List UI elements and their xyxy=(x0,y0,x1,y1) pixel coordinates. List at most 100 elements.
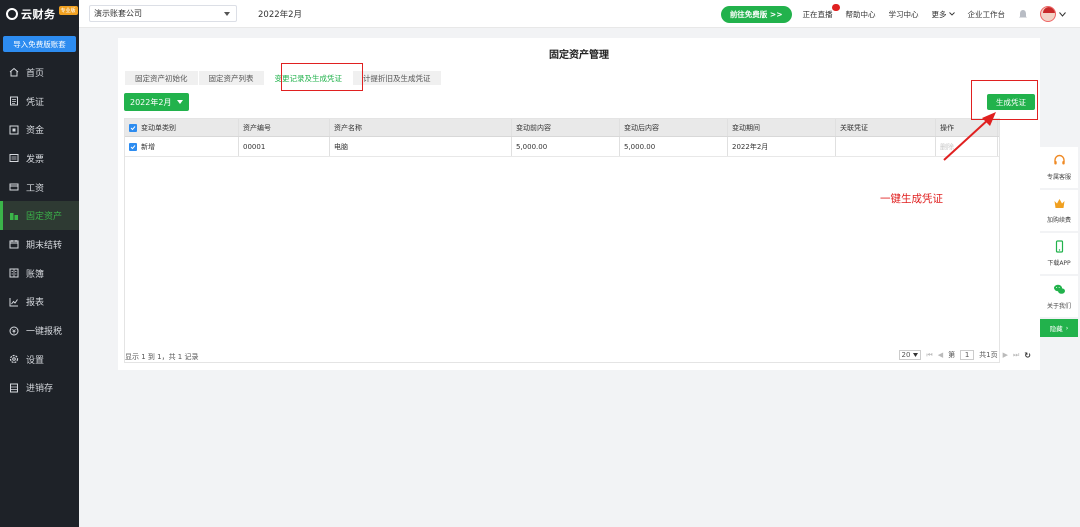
cell-voucher xyxy=(836,137,936,156)
edition-badge: 专业版 xyxy=(58,5,78,15)
live-link-label: 正在直播 xyxy=(802,9,833,19)
import-account-button[interactable]: 导入免费版账套 xyxy=(3,36,76,52)
tab-depreciation[interactable]: 计提折旧及生成凭证 xyxy=(353,71,442,85)
row-checkbox[interactable] xyxy=(129,142,137,151)
study-center-link[interactable]: 学习中心 xyxy=(889,9,919,20)
page-size-select[interactable]: 20 xyxy=(898,350,922,360)
cell-before: 5,000.00 xyxy=(512,137,620,156)
caret-down-icon xyxy=(224,11,230,16)
inventory-icon xyxy=(9,383,19,393)
pagination: 20 ⏮ ◀ 第 1 共1页 ▶ ⏭ ↻ xyxy=(898,350,1031,360)
sidebar-item-inventory[interactable]: 进销存 xyxy=(0,374,79,403)
sidebar-item-label: 一键报税 xyxy=(26,327,63,338)
page-size-value: 20 xyxy=(901,351,911,359)
sidebar-item-fixed-assets[interactable]: 固定资产 xyxy=(0,201,79,231)
sidebar-item-voucher[interactable]: 凭证 xyxy=(0,87,79,116)
change-record-table: 变动单类别 资产编号 资产名称 变动前内容 变动后内容 变动期间 关联凭证 操作… xyxy=(124,118,1000,363)
sidebar-item-salary[interactable]: 工资 xyxy=(0,173,79,202)
sidebar-item-label: 报表 xyxy=(26,298,45,309)
table-header: 变动单类别 资产编号 资产名称 变动前内容 变动后内容 变动期间 关联凭证 操作 xyxy=(125,119,999,137)
sidebar-item-label: 资金 xyxy=(26,126,45,137)
about-us-button[interactable]: 关于我们 xyxy=(1040,276,1078,317)
cell-period: 2022年2月 xyxy=(728,137,836,156)
crown-icon xyxy=(1054,199,1064,208)
brand-name: 云财务 xyxy=(21,8,56,21)
sidebar-item-ledger[interactable]: 账簿 xyxy=(0,259,79,288)
annotation-arrow-icon xyxy=(943,112,996,161)
sidebar-item-label: 设置 xyxy=(26,355,45,366)
column-asset-name: 资产名称 xyxy=(330,119,512,136)
sidebar-item-label: 首页 xyxy=(26,68,45,79)
float-item-label: 加购续费 xyxy=(1046,217,1071,224)
chevron-down-icon xyxy=(913,353,919,357)
sidebar-item-label: 发票 xyxy=(26,154,45,165)
brand-logo[interactable]: 云财务 专业版 xyxy=(0,0,79,28)
wechat-icon xyxy=(1053,284,1065,294)
column-before: 变动前内容 xyxy=(512,119,620,136)
cell-asset-name: 电脑 xyxy=(330,137,512,156)
avatar[interactable] xyxy=(1040,6,1056,22)
tab-asset-list[interactable]: 固定资产列表 xyxy=(198,71,265,85)
page-label: 第 xyxy=(948,351,956,359)
live-link[interactable]: 正在直播 xyxy=(802,3,840,20)
column-label: 变动单类别 xyxy=(141,123,176,132)
page-number-input[interactable]: 1 xyxy=(960,350,975,360)
sidebar-item-tax[interactable]: 一键报税 xyxy=(0,316,79,345)
column-voucher: 关联凭证 xyxy=(836,119,936,136)
sidebar-item-home[interactable]: 首页 xyxy=(0,58,79,87)
first-page-icon[interactable]: ⏮ xyxy=(926,351,932,360)
cell-change-type: 新增 xyxy=(125,137,239,156)
page-title: 固定资产管理 xyxy=(549,50,609,61)
cell-asset-no: 00001 xyxy=(239,137,330,156)
sidebar-item-label: 进销存 xyxy=(26,384,54,395)
prev-page-icon[interactable]: ◀ xyxy=(938,351,943,359)
period-end-icon xyxy=(9,239,19,249)
company-name: 演示账套公司 xyxy=(94,9,142,18)
refresh-icon[interactable]: ↻ xyxy=(1024,351,1031,360)
period-filter-label: 2022年2月 xyxy=(130,97,172,107)
column-period: 变动期间 xyxy=(728,119,836,136)
brand-logo-icon xyxy=(6,8,18,20)
bell-icon[interactable] xyxy=(1018,9,1028,20)
select-all-checkbox[interactable] xyxy=(129,123,137,132)
cell-text: 新增 xyxy=(141,142,155,151)
annotation-text: 一键生成凭证 xyxy=(880,193,943,205)
sidebar-item-funds[interactable]: 资金 xyxy=(0,115,79,144)
period-filter-button[interactable]: 2022年2月 xyxy=(124,93,190,111)
last-page-icon[interactable]: ⏭ xyxy=(1013,351,1019,360)
hide-toolbar-button[interactable]: 隐藏 › xyxy=(1040,319,1078,337)
help-center-link[interactable]: 帮助中心 xyxy=(846,9,876,20)
funds-icon xyxy=(9,125,19,135)
more-menu[interactable]: 更多 xyxy=(932,9,955,20)
more-menu-label: 更多 xyxy=(931,9,947,19)
sidebar-item-label: 期末结转 xyxy=(26,240,63,251)
renew-button[interactable]: 加购续费 xyxy=(1040,190,1078,231)
sidebar-item-invoice[interactable]: 发票 xyxy=(0,144,79,173)
account-chevron-down-icon[interactable] xyxy=(1059,11,1066,17)
table-row[interactable]: 新增 00001 电脑 5,000.00 5,000.00 2022年2月 删除 xyxy=(125,137,999,157)
fixed-asset-icon xyxy=(9,211,19,221)
sidebar-item-report[interactable]: 报表 xyxy=(0,288,79,317)
sidebar-item-label: 固定资产 xyxy=(26,212,63,223)
invoice-icon xyxy=(9,153,19,163)
chevron-right-icon: › xyxy=(1065,324,1069,332)
go-free-version-button[interactable]: 前往免费版 >> xyxy=(720,5,792,23)
phone-icon xyxy=(1055,240,1063,253)
float-toolbar: 专属客服 加购续费 下载APP 关于我们 隐藏 › xyxy=(1040,147,1078,337)
page-total: 共1页 xyxy=(979,351,998,359)
enterprise-workbench-link[interactable]: 企业工作台 xyxy=(968,9,1006,20)
next-page-icon[interactable]: ▶ xyxy=(1003,351,1008,359)
customer-service-button[interactable]: 专属客服 xyxy=(1040,147,1078,188)
company-select[interactable]: 演示账套公司 xyxy=(89,5,237,22)
sidebar-item-period-end[interactable]: 期末结转 xyxy=(0,230,79,259)
tax-icon xyxy=(9,326,19,336)
ledger-icon xyxy=(9,268,19,278)
sidebar-item-settings[interactable]: 设置 xyxy=(0,345,79,374)
column-change-type: 变动单类别 xyxy=(125,119,239,136)
download-app-button[interactable]: 下载APP xyxy=(1040,233,1078,274)
voucher-icon xyxy=(9,96,19,106)
sidebar-item-label: 凭证 xyxy=(26,97,45,108)
top-bar: 演示账套公司 2022年2月 前往免费版 >> 正在直播 帮助中心 学习中心 更… xyxy=(79,0,1080,28)
chevron-down-icon xyxy=(948,12,955,16)
tab-asset-init[interactable]: 固定资产初始化 xyxy=(125,71,199,85)
